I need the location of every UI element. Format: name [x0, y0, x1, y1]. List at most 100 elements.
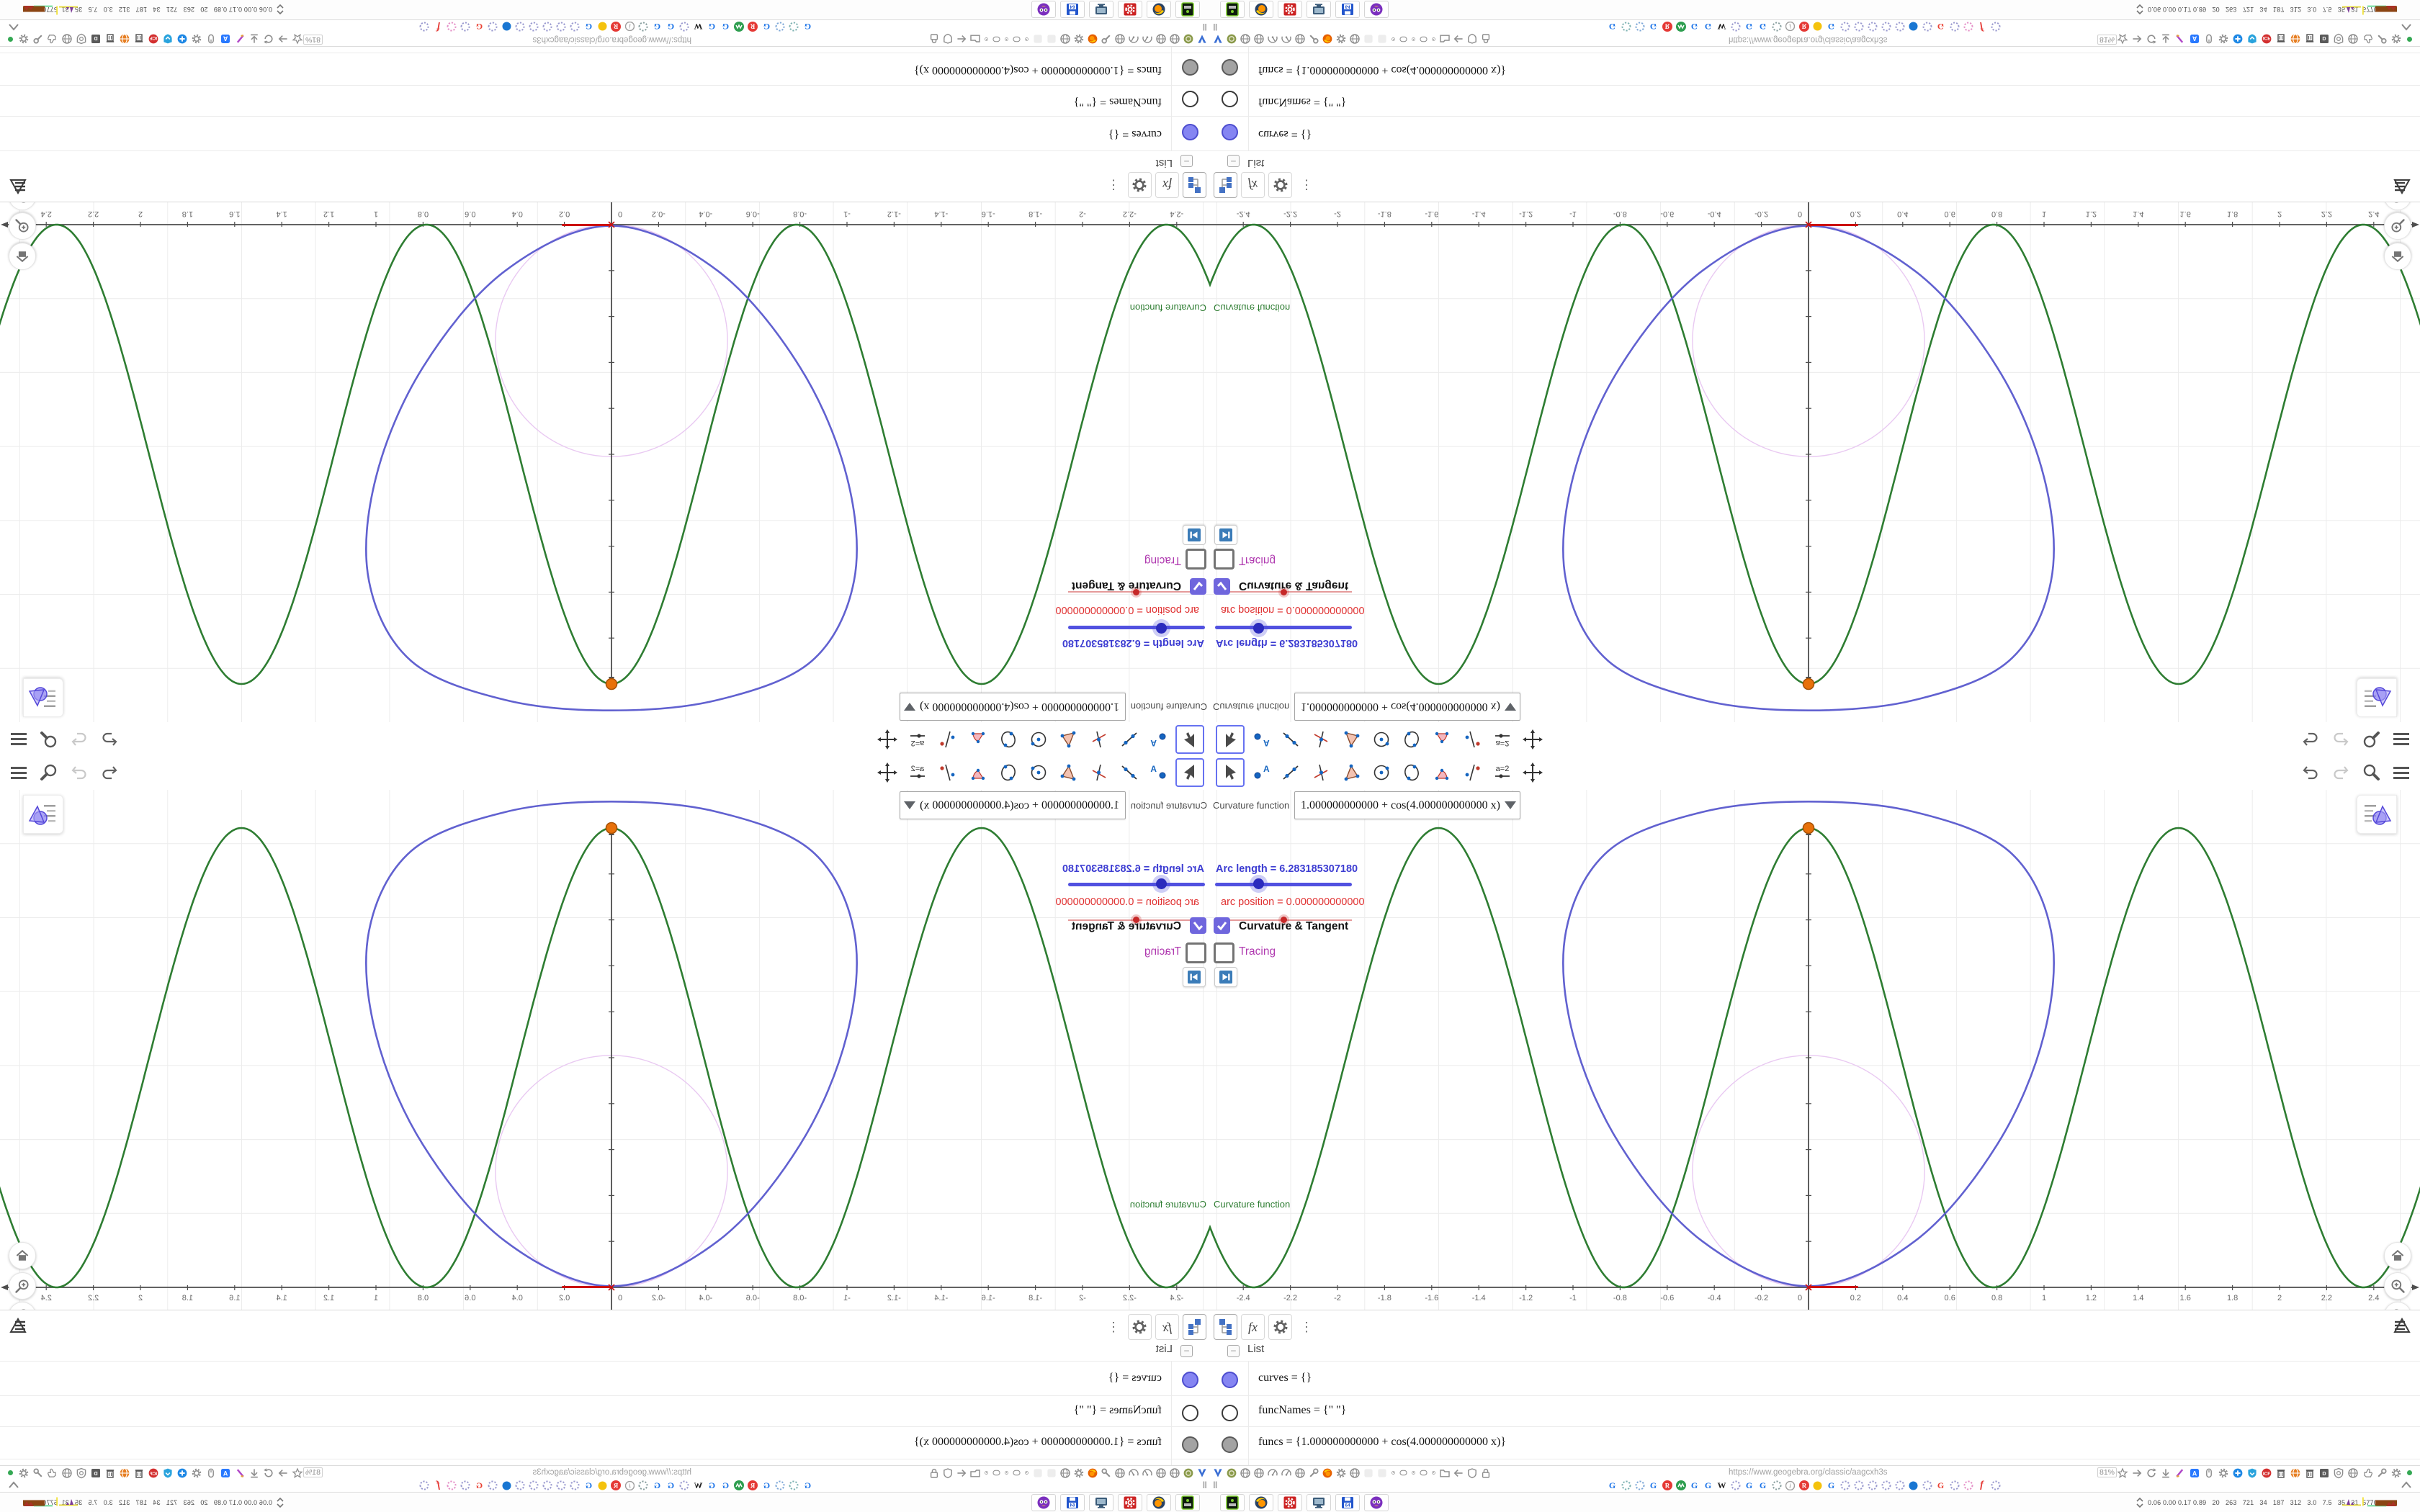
bookmark-favicon[interactable]: [679, 22, 690, 32]
bookmark-favicon[interactable]: [1908, 1480, 1919, 1491]
bookmark-favicon[interactable]: [597, 22, 608, 32]
algebra-row[interactable]: curves = {}: [1210, 1361, 2420, 1395]
slider-tool-button[interactable]: a=2: [1488, 725, 1517, 754]
shield-icon[interactable]: [1466, 34, 1478, 45]
dot-icon[interactable]: [1003, 1470, 1010, 1476]
firefox-app-button[interactable]: [1249, 1, 1273, 18]
reload-icon[interactable]: [263, 1467, 275, 1479]
red-circle-icon[interactable]: ICF: [2260, 33, 2272, 45]
curvature-tangent-checkbox[interactable]: [1214, 917, 1230, 934]
download-icon[interactable]: [2159, 33, 2172, 45]
floppy64-app-button[interactable]: 64: [1335, 1494, 1360, 1511]
bookmark-favicon[interactable]: [1894, 1480, 1905, 1491]
ghost-icon[interactable]: [1376, 34, 1388, 45]
gear-icon[interactable]: [1073, 1467, 1085, 1479]
polygon-tool-button[interactable]: [1337, 758, 1366, 787]
globe-icon[interactable]: [1349, 1467, 1361, 1479]
bookmark-favicon[interactable]: f: [1976, 22, 1987, 32]
function-dropdown[interactable]: 1.000000000000 + cos(4.000000000000 x): [1294, 791, 1520, 819]
bookmark-favicon[interactable]: [1730, 1480, 1741, 1491]
gear-icon[interactable]: [2217, 1467, 2229, 1479]
folder-icon[interactable]: [1439, 34, 1451, 45]
star-icon[interactable]: [2116, 33, 2128, 45]
bookmark-favicon[interactable]: G: [1689, 1480, 1700, 1491]
visibility-toggle-circle[interactable]: [1182, 59, 1198, 76]
collapse-list-button[interactable]: –: [1180, 1345, 1193, 1357]
plus-circle-icon[interactable]: [2231, 33, 2244, 45]
bookmark-favicon[interactable]: [1990, 22, 2001, 32]
bookmark-favicon[interactable]: G: [802, 1480, 813, 1491]
algebra-view-toggle[interactable]: [2357, 795, 2397, 834]
globe-icon[interactable]: [61, 33, 73, 45]
zoom-in-button[interactable]: [9, 212, 36, 240]
arrow-right-icon[interactable]: [2130, 1467, 2143, 1479]
thumb-icon[interactable]: [2361, 33, 2373, 45]
search-tools-button[interactable]: [37, 761, 60, 784]
trash-icon[interactable]: [104, 33, 117, 45]
bookmark-favicon[interactable]: G: [1757, 1480, 1768, 1491]
bookmark-favicon[interactable]: [1675, 22, 1686, 32]
arrow-left-icon[interactable]: [1453, 34, 1464, 45]
graphics-view[interactable]: -2.4 -2.2 -2 -1.8 -1.6 -1.4 -1.2 -1 -0.8 -0.6 -0.4…: [1210, 202, 2420, 722]
dot-icon[interactable]: [1410, 1470, 1417, 1476]
monitor-app-button[interactable]: [1089, 1494, 1113, 1511]
move-graphics-view-tool-button[interactable]: [1518, 725, 1547, 754]
thumb-icon[interactable]: [2361, 1467, 2373, 1479]
globe-icon[interactable]: [1349, 34, 1361, 45]
function-dropdown[interactable]: 1.000000000000 + cos(4.000000000000 x): [900, 791, 1126, 819]
visibility-toggle-circle[interactable]: [1222, 59, 1238, 76]
bookmark-favicon[interactable]: [1949, 1480, 1960, 1491]
red-gear-app-button[interactable]: [1278, 1, 1302, 18]
drive-app-button[interactable]: [1220, 1, 1245, 18]
globe-icon[interactable]: [1240, 34, 1251, 45]
ghost-icon[interactable]: [1032, 34, 1044, 45]
lock-icon[interactable]: [1480, 1467, 1492, 1479]
algebra-row[interactable]: funcNames = {" "}: [0, 86, 1210, 117]
bookmark-favicon[interactable]: [460, 22, 471, 32]
bookmark-favicon[interactable]: [775, 22, 786, 32]
gear-icon[interactable]: [2390, 1467, 2402, 1479]
monitor-app-button[interactable]: [1307, 1, 1331, 18]
download-icon[interactable]: [2159, 1467, 2172, 1479]
globe-icon[interactable]: [1059, 34, 1071, 45]
bookmark-favicon[interactable]: [734, 22, 745, 32]
move-tool-button[interactable]: [1175, 758, 1204, 787]
bookmark-favicon[interactable]: [775, 1480, 786, 1491]
bookmark-favicon[interactable]: G: [1744, 22, 1754, 32]
bookmark-favicon[interactable]: [488, 22, 498, 32]
conic-tool-button[interactable]: [994, 725, 1023, 754]
reflect-tool-button[interactable]: [1458, 758, 1487, 787]
firefox-app-button[interactable]: [1147, 1, 1171, 18]
drive-app-button[interactable]: [1175, 1, 1200, 18]
floppy64-app-button[interactable]: 64: [1335, 1, 1360, 18]
bookmark-favicon[interactable]: [789, 1480, 799, 1491]
bookmark-favicon[interactable]: [529, 1480, 539, 1491]
algebra-row[interactable]: funcNames = {" "}: [0, 1395, 1210, 1426]
bookmark-favicon[interactable]: [1675, 1480, 1686, 1491]
monitor-app-button[interactable]: [1307, 1494, 1331, 1511]
red-gear-app-button[interactable]: [1118, 1494, 1142, 1511]
curvature-tangent-checkbox[interactable]: [1214, 578, 1230, 595]
bookmark-favicon[interactable]: G: [474, 1480, 485, 1491]
curvature-tangent-checkbox[interactable]: [1190, 578, 1206, 595]
bookmark-favicon[interactable]: [597, 1480, 608, 1491]
bookmark-favicon[interactable]: f: [433, 1480, 444, 1491]
oval-icon[interactable]: [992, 35, 1001, 44]
dot-icon[interactable]: [1023, 36, 1030, 42]
bookmark-favicon[interactable]: R: [611, 1480, 622, 1491]
dot-icon[interactable]: [1430, 36, 1437, 42]
bookmark-favicon[interactable]: [447, 22, 457, 32]
dot-icon[interactable]: [1023, 1470, 1030, 1476]
gear-icon[interactable]: [191, 33, 203, 45]
arrow-left-icon[interactable]: [1453, 1467, 1464, 1479]
bookmark-favicon[interactable]: [1812, 22, 1823, 32]
move-tool-button[interactable]: [1175, 725, 1204, 754]
kebab-menu-button[interactable]: ⋮: [1296, 1319, 1313, 1336]
bookmark-favicon[interactable]: [1771, 22, 1782, 32]
kebab-menu-button[interactable]: ⋮: [1107, 177, 1124, 194]
perpendicular-line-tool-button[interactable]: [1085, 758, 1113, 787]
trash-icon[interactable]: [2275, 1467, 2287, 1479]
bookmark-favicon[interactable]: [1881, 22, 1891, 32]
globe-icon[interactable]: [1114, 34, 1126, 45]
bookmark-favicon[interactable]: [1634, 22, 1645, 32]
